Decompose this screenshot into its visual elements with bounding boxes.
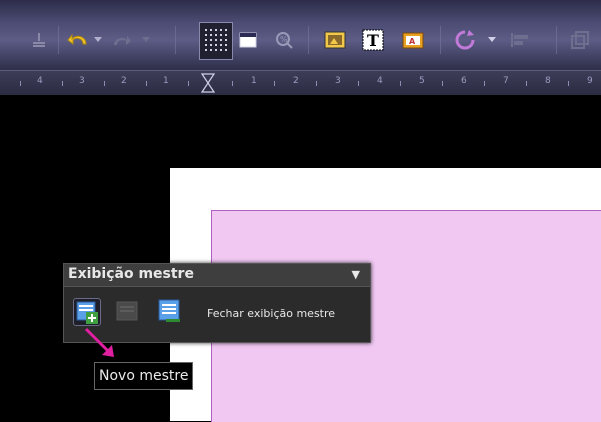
ruler-label: 2: [293, 76, 299, 86]
new-master-button[interactable]: [73, 298, 101, 326]
ruler-tick: [442, 81, 443, 86]
rotate-dropdown-icon: [488, 37, 496, 42]
ruler-tick: [484, 81, 485, 86]
horizontal-ruler[interactable]: 4 3 2 1 1 2 3 4 5 6 7 8 9: [0, 70, 601, 96]
close-master-view-label[interactable]: Fechar exibição mestre: [207, 307, 335, 320]
align-icon: [511, 33, 528, 47]
ruler-label: 7: [503, 76, 509, 86]
zoom-icon: %: [276, 32, 293, 49]
svg-text:A: A: [409, 37, 416, 46]
undo-icon: [67, 33, 87, 46]
ruler-tick: [358, 81, 359, 86]
toolbar-separator: [440, 26, 441, 54]
ruler-label: 6: [461, 76, 467, 86]
ruler-label: 1: [251, 76, 257, 86]
ruler-label: 4: [37, 76, 43, 86]
page-button[interactable]: [236, 25, 260, 55]
rename-master-button[interactable]: [114, 298, 140, 324]
redo-dropdown-icon: [142, 37, 150, 42]
rotate-button[interactable]: [450, 25, 480, 55]
ruler-tick: [146, 81, 147, 86]
ruler-label: 2: [121, 76, 127, 86]
ruler-label: 9: [587, 76, 593, 86]
close-master-view-button[interactable]: [156, 298, 182, 324]
rotate-icon: [455, 30, 475, 50]
anchor-button[interactable]: [30, 25, 48, 55]
svg-text:%: %: [280, 35, 288, 44]
ruler-tick: [20, 81, 21, 86]
image-frame-icon: [324, 31, 346, 49]
redo-icon: [114, 36, 131, 45]
svg-text:T: T: [367, 31, 379, 50]
ruler-tick: [526, 81, 527, 86]
pointer-arrow-icon: [84, 327, 114, 357]
grid-button[interactable]: [199, 22, 233, 60]
anchor-icon: [33, 33, 45, 47]
picture-button[interactable]: A: [400, 25, 426, 55]
ruler-tick: [316, 81, 317, 86]
image-frame-button[interactable]: [322, 25, 348, 55]
master-view-panel-header[interactable]: Exibição mestre ▼: [64, 264, 370, 287]
arrange-button[interactable]: [566, 25, 594, 55]
ruler-tick: [400, 81, 401, 86]
undo-dropdown[interactable]: [92, 25, 104, 55]
ruler-tick: [274, 81, 275, 86]
tooltip: Novo mestre: [94, 362, 194, 390]
ruler-label: 8: [545, 76, 551, 86]
close-master-icon: [158, 299, 180, 322]
toolbar-separator: [308, 26, 309, 54]
zoom-button[interactable]: %: [272, 25, 296, 55]
picture-icon: A: [402, 32, 424, 49]
ruler-label: 3: [335, 76, 341, 86]
new-master-icon: [76, 301, 98, 324]
ruler-label: 5: [419, 76, 425, 86]
page-icon: [239, 32, 257, 48]
redo-dropdown[interactable]: [140, 25, 152, 55]
rename-master-icon: [116, 301, 138, 321]
panel-collapse-icon[interactable]: ▼: [352, 268, 360, 281]
arrange-icon: [571, 31, 589, 49]
ruler-tick: [188, 81, 189, 86]
ruler-indent-marker-icon[interactable]: [201, 73, 215, 93]
ruler-tick: [232, 81, 233, 86]
undo-button[interactable]: [64, 25, 92, 55]
redo-button[interactable]: [108, 25, 136, 55]
toolbar-separator: [58, 26, 59, 54]
ruler-label: 1: [163, 76, 169, 86]
undo-dropdown-icon: [94, 37, 102, 42]
rotate-dropdown[interactable]: [486, 25, 498, 55]
main-toolbar: % T A: [0, 0, 601, 70]
ruler-tick: [104, 81, 105, 86]
align-button[interactable]: [506, 25, 534, 55]
toolbar-separator: [175, 26, 176, 54]
master-view-panel-title: Exibição mestre: [68, 266, 194, 282]
toolbar-separator: [556, 26, 557, 54]
ruler-tick: [62, 81, 63, 86]
text-frame-button[interactable]: T: [360, 25, 386, 55]
grid-icon: [205, 29, 227, 51]
ruler-tick: [568, 81, 569, 86]
text-frame-icon: T: [362, 29, 384, 51]
ruler-label: 4: [377, 76, 383, 86]
ruler-label: 3: [79, 76, 85, 86]
